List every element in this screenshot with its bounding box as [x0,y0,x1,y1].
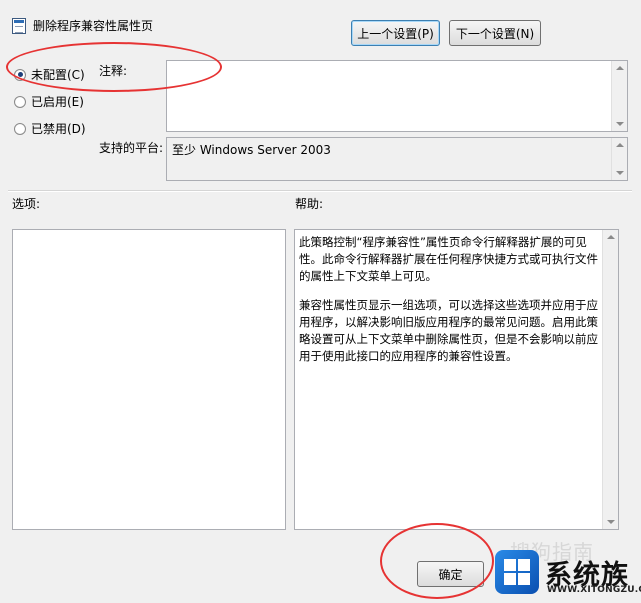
policy-icon [12,18,26,34]
platform-label: 支持的平台: [99,141,164,155]
help-scrollbar[interactable] [602,230,618,529]
options-label: 选项: [12,197,41,211]
window-title: 删除程序兼容性属性页 [33,19,154,33]
scroll-down-icon[interactable] [616,122,624,126]
scroll-down-icon[interactable] [616,171,624,175]
comment-scrollbar[interactable] [611,61,627,131]
next-setting-button[interactable]: 下一个设置(N) [449,20,541,46]
comment-input[interactable] [166,60,628,132]
help-paragraph: 此策略控制“程序兼容性”属性页命令行解释器扩展的可见性。此命令行解释器扩展在任何… [299,235,598,283]
radio-disabled-dot[interactable] [14,122,26,135]
help-label: 帮助: [295,197,324,211]
scroll-up-icon[interactable] [616,143,624,147]
platform-field: 至少 Windows Server 2003 [166,137,628,181]
scroll-up-icon[interactable] [607,235,615,239]
windows-logo-icon [495,550,539,594]
radio-enabled-label: 已启用(E) [31,95,84,109]
scroll-up-icon[interactable] [616,66,624,70]
radio-not-configured-dot[interactable] [14,68,26,81]
previous-setting-button[interactable]: 上一个设置(P) [351,20,440,46]
help-paragraph: 兼容性属性页显示一组选项，可以选择这些选项并应用于应用程序，以解决影响旧版应用程… [299,298,598,363]
options-panel [12,229,286,530]
ok-button[interactable]: 确定 [417,561,484,587]
section-divider [8,190,632,192]
radio-enabled-dot[interactable] [14,95,26,108]
help-panel: 此策略控制“程序兼容性”属性页命令行解释器扩展的可见性。此命令行解释器扩展在任何… [294,229,619,530]
radio-enabled[interactable]: 已启用(E) [14,93,84,110]
radio-not-configured[interactable]: 未配置(C) [14,66,85,83]
scroll-down-icon[interactable] [607,520,615,524]
watermark-url: WWW.XITONGZU.COM [547,585,641,595]
radio-disabled-label: 已禁用(D) [31,122,86,136]
comment-label: 注释: [99,64,128,78]
radio-not-configured-label: 未配置(C) [31,68,85,82]
radio-disabled[interactable]: 已禁用(D) [14,120,86,137]
platform-value: 至少 Windows Server 2003 [172,143,331,157]
platform-scrollbar[interactable] [611,138,627,180]
